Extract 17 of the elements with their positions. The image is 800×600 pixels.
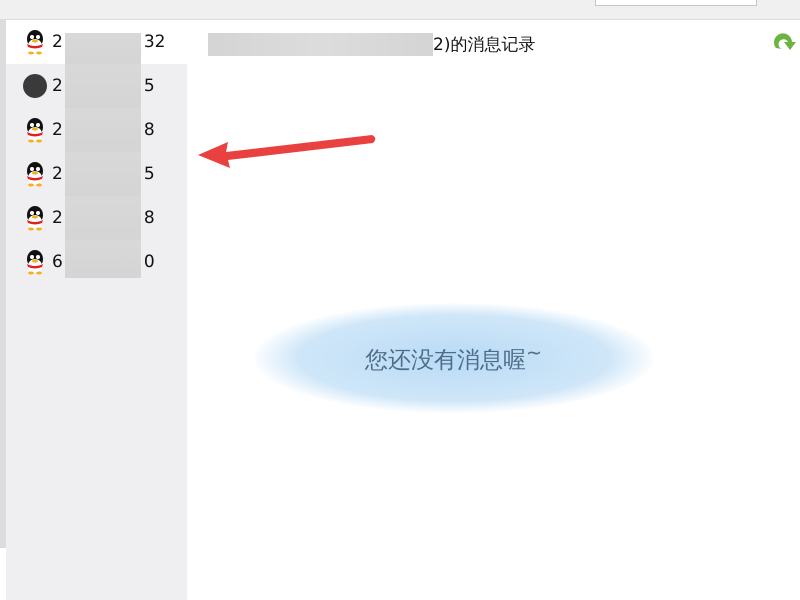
contact-number-start: 2 — [52, 208, 63, 228]
empty-message: 您还没有消息喔$^{~}$ — [364, 340, 542, 376]
input-field[interactable] — [595, 0, 757, 6]
contact-number-start: 2 — [52, 120, 63, 140]
avatar-photo-placeholder — [22, 73, 48, 99]
contact-number-start: 2 — [52, 76, 63, 96]
contact-number-end: 8 — [144, 208, 155, 228]
contact-number-end: 5 — [144, 164, 155, 184]
contact-number-end: 8 — [144, 120, 155, 140]
contact-number-start: 2 — [52, 164, 63, 184]
contact-number-start: 2 — [52, 32, 63, 52]
contact-item[interactable]: 2 32 — [6, 20, 188, 64]
chat-history-title: 2)的消息记录 — [433, 34, 536, 56]
contact-number-end: 5 — [144, 76, 155, 96]
contact-number-start: 6 — [52, 252, 63, 272]
contact-number-end: 32 — [144, 32, 166, 52]
contact-number-end: 0 — [144, 252, 155, 272]
